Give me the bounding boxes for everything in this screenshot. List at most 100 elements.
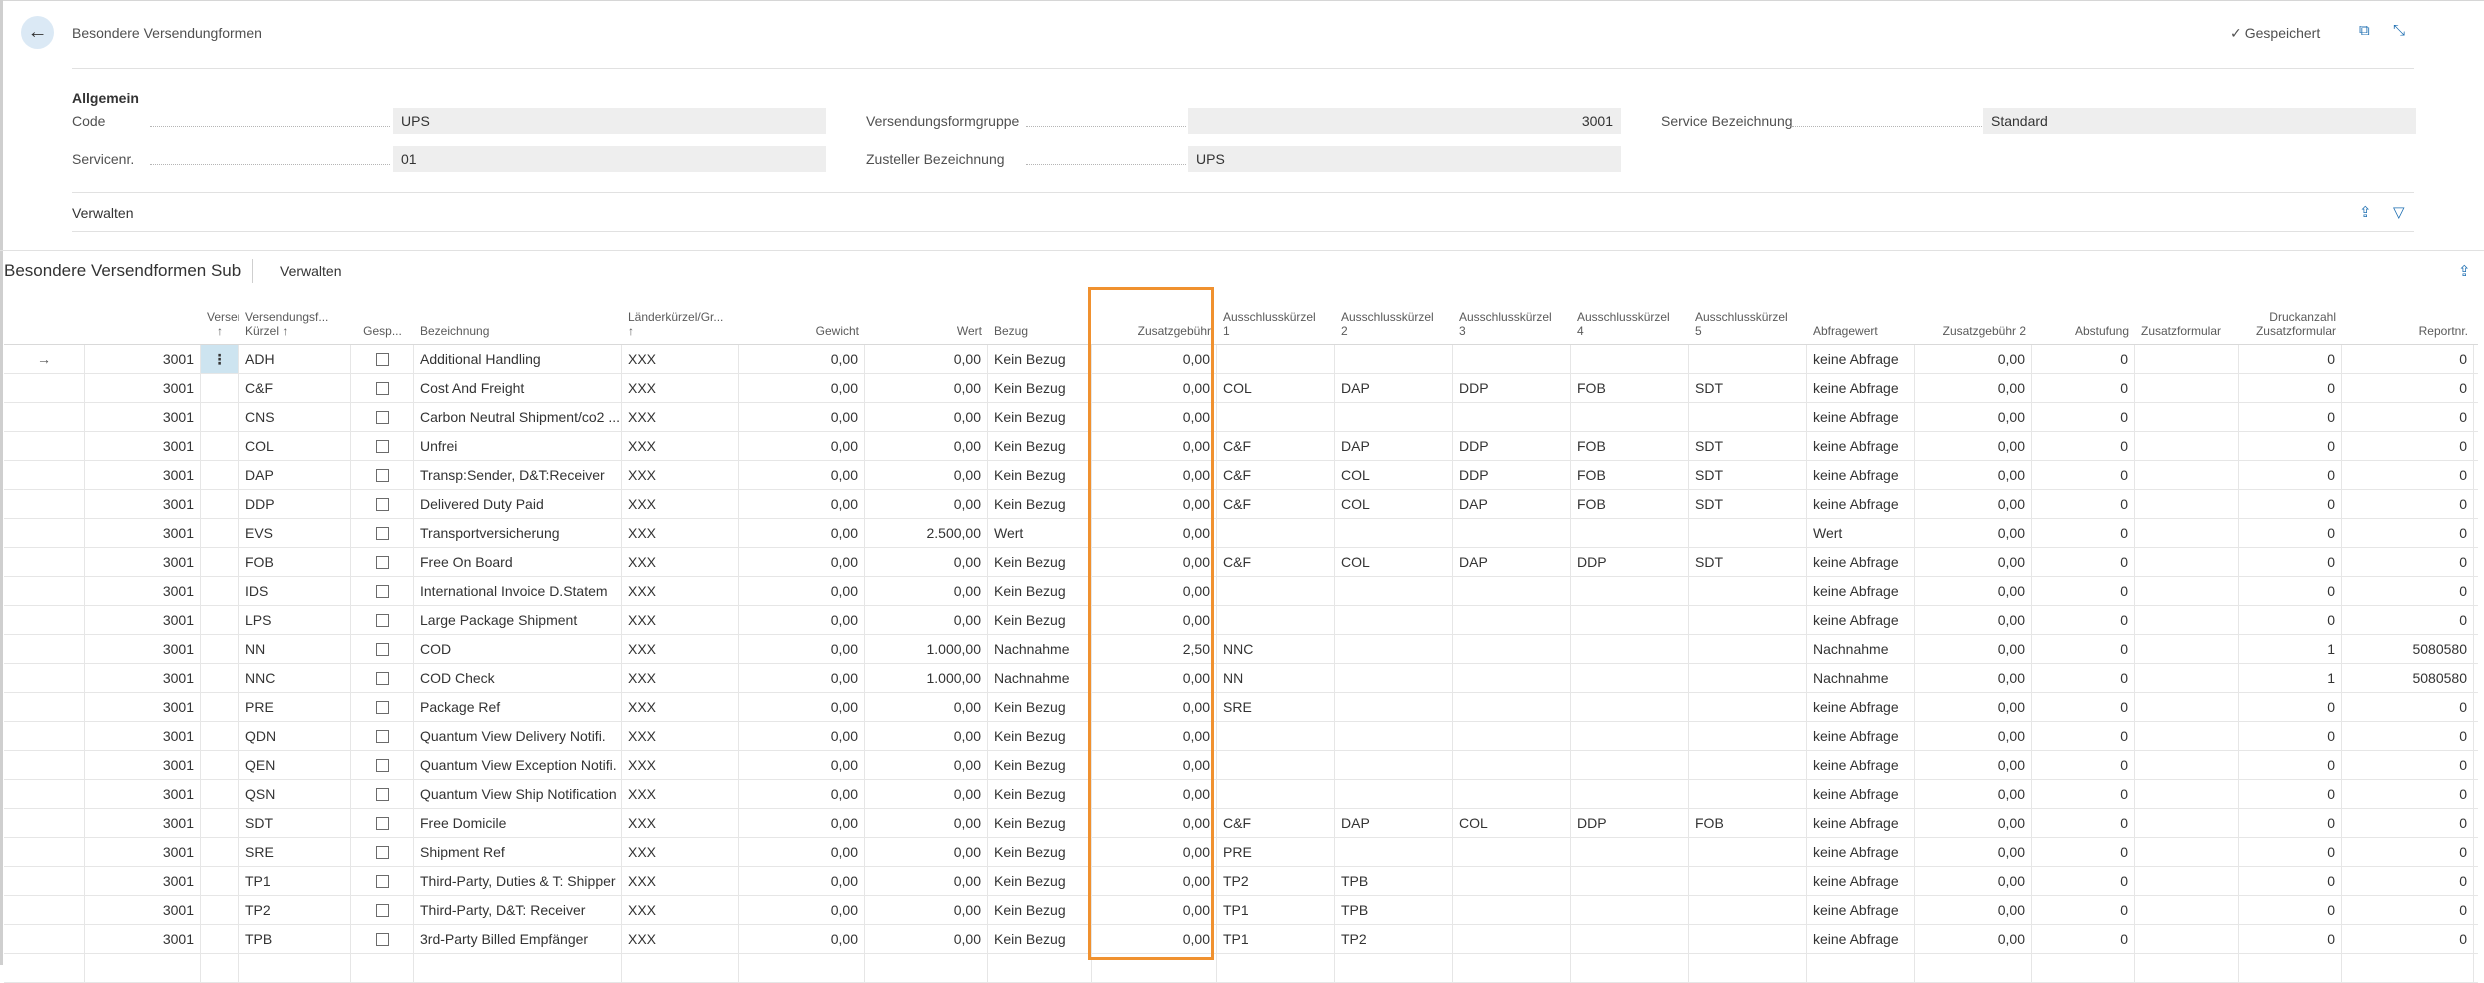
table-cell[interactable]: XXX xyxy=(622,403,739,431)
column-header[interactable]: Abfragewert xyxy=(1807,324,1915,338)
gesperrt-checkbox[interactable] xyxy=(351,751,414,779)
manage-action[interactable]: Verwalten xyxy=(72,205,133,221)
table-cell[interactable]: 0,00 xyxy=(865,490,988,518)
table-cell[interactable]: 0 xyxy=(2239,519,2342,547)
row-menu-button[interactable] xyxy=(201,519,239,547)
table-cell[interactable]: 3001 xyxy=(85,635,201,663)
table-cell[interactable]: LPS xyxy=(239,606,351,634)
table-cell[interactable] xyxy=(2135,896,2239,924)
table-cell[interactable]: keine Abfrage xyxy=(1807,780,1915,808)
table-row[interactable]: 3001 C&F Cost And Freight XXX 0,00 0,00 Kein B… xyxy=(4,374,2478,403)
table-cell[interactable]: FOB xyxy=(1571,490,1689,518)
gesperrt-checkbox[interactable] xyxy=(351,780,414,808)
table-cell[interactable]: XXX xyxy=(622,867,739,895)
table-cell[interactable]: 3001 xyxy=(85,809,201,837)
table-cell[interactable]: XXX xyxy=(622,519,739,547)
table-cell[interactable]: 0,00 xyxy=(1092,606,1217,634)
table-cell[interactable]: 0,00 xyxy=(865,867,988,895)
table-cell[interactable]: 0 xyxy=(2032,345,2135,373)
table-cell[interactable] xyxy=(1689,896,1807,924)
table-cell[interactable]: 0,00 xyxy=(1092,490,1217,518)
table-cell[interactable] xyxy=(2135,838,2239,866)
table-cell[interactable] xyxy=(1689,925,1807,953)
table-cell[interactable]: 3001 xyxy=(85,432,201,460)
gesperrt-checkbox[interactable] xyxy=(351,461,414,489)
table-cell[interactable]: 0,00 xyxy=(865,548,988,576)
table-cell[interactable] xyxy=(1453,780,1571,808)
field-value-input[interactable]: UPS xyxy=(1188,146,1621,172)
table-cell[interactable]: 0,00 xyxy=(865,693,988,721)
gesperrt-checkbox[interactable] xyxy=(351,519,414,547)
table-cell[interactable]: C&F xyxy=(1217,432,1335,460)
table-cell[interactable]: EVS xyxy=(239,519,351,547)
table-cell[interactable]: 0 xyxy=(2032,548,2135,576)
table-cell[interactable]: XXX xyxy=(622,664,739,692)
gesperrt-checkbox[interactable] xyxy=(351,635,414,663)
table-cell[interactable]: 0,00 xyxy=(1915,751,2032,779)
table-cell[interactable] xyxy=(1335,722,1453,750)
table-cell[interactable]: DDP xyxy=(1453,432,1571,460)
table-cell[interactable]: DDP xyxy=(1453,374,1571,402)
table-cell[interactable]: SDT xyxy=(239,809,351,837)
table-cell[interactable]: 1 xyxy=(2239,664,2342,692)
table-row[interactable]: 3001 PRE Package Ref XXX 0,00 0,00 Kein Bezug 0… xyxy=(4,693,2478,722)
table-cell[interactable]: 0 xyxy=(2342,519,2474,547)
table-cell[interactable] xyxy=(1217,577,1335,605)
table-cell[interactable] xyxy=(1453,577,1571,605)
table-cell[interactable] xyxy=(1571,693,1689,721)
table-cell[interactable]: COL xyxy=(1453,809,1571,837)
table-cell[interactable] xyxy=(1571,896,1689,924)
table-cell[interactable]: 0,00 xyxy=(865,606,988,634)
table-cell[interactable]: 3001 xyxy=(85,606,201,634)
table-row[interactable]: 3001 IDS International Invoice D.Statem XXX… xyxy=(4,577,2478,606)
table-cell[interactable]: 0,00 xyxy=(1915,606,2032,634)
table-cell[interactable]: COD xyxy=(414,635,622,663)
row-menu-button[interactable] xyxy=(201,809,239,837)
table-cell[interactable]: 0,00 xyxy=(1092,403,1217,431)
table-cell[interactable] xyxy=(1571,925,1689,953)
table-cell[interactable]: Quantum View Exception Notifi. xyxy=(414,751,622,779)
table-cell[interactable]: 0 xyxy=(2032,490,2135,518)
table-cell[interactable]: 0 xyxy=(2032,606,2135,634)
table-cell[interactable]: 0,00 xyxy=(865,577,988,605)
table-cell[interactable]: 0,00 xyxy=(739,867,865,895)
table-cell[interactable]: 3001 xyxy=(85,664,201,692)
table-cell[interactable]: IDS xyxy=(239,577,351,605)
table-row[interactable]: 3001 SDT Free Domicile XXX 0,00 0,00 Kein Bezu… xyxy=(4,809,2478,838)
table-row[interactable]: 3001 NNC COD Check XXX 0,00 1.000,00 Nachnahme… xyxy=(4,664,2478,693)
field-value-input[interactable]: UPS xyxy=(393,108,826,134)
table-cell[interactable]: XXX xyxy=(622,635,739,663)
table-cell[interactable]: TP1 xyxy=(1217,925,1335,953)
table-cell[interactable]: 0,00 xyxy=(1092,925,1217,953)
table-cell[interactable]: 0,00 xyxy=(739,751,865,779)
checkbox[interactable] xyxy=(375,352,389,366)
column-header[interactable]: Zusatzgebühr xyxy=(1092,324,1217,338)
open-new-window-icon[interactable]: ⧉ xyxy=(2359,22,2370,39)
table-cell[interactable]: 0,00 xyxy=(1915,664,2032,692)
table-cell[interactable]: keine Abfrage xyxy=(1807,403,1915,431)
table-cell[interactable]: 0,00 xyxy=(1915,374,2032,402)
table-cell[interactable]: 0,00 xyxy=(1092,345,1217,373)
table-cell[interactable] xyxy=(1217,403,1335,431)
table-cell[interactable]: 0,00 xyxy=(1915,693,2032,721)
table-cell[interactable]: DAP xyxy=(1453,548,1571,576)
table-cell[interactable]: 0 xyxy=(2032,693,2135,721)
table-cell[interactable]: 0,00 xyxy=(865,751,988,779)
table-row[interactable]: 3001 TPB 3rd-Party Billed Empfänger XXX 0,00… xyxy=(4,925,2478,954)
table-cell[interactable]: Free Domicile xyxy=(414,809,622,837)
table-cell[interactable]: Nachnahme xyxy=(988,664,1092,692)
column-header[interactable]: Versendungsf... Kürzel ↑ xyxy=(239,310,351,338)
gesperrt-checkbox[interactable] xyxy=(351,432,414,460)
table-cell[interactable] xyxy=(1217,780,1335,808)
row-menu-button[interactable] xyxy=(201,432,239,460)
table-cell[interactable]: keine Abfrage xyxy=(1807,751,1915,779)
table-cell[interactable]: QDN xyxy=(239,722,351,750)
table-cell[interactable]: Additional Handling xyxy=(414,345,622,373)
table-cell[interactable]: 0 xyxy=(2032,809,2135,837)
table-cell[interactable]: 3001 xyxy=(85,751,201,779)
table-cell[interactable]: Wert xyxy=(1807,519,1915,547)
table-cell[interactable]: Kein Bezug xyxy=(988,345,1092,373)
table-cell[interactable]: Kein Bezug xyxy=(988,867,1092,895)
table-cell[interactable] xyxy=(1335,838,1453,866)
table-cell[interactable]: QSN xyxy=(239,780,351,808)
